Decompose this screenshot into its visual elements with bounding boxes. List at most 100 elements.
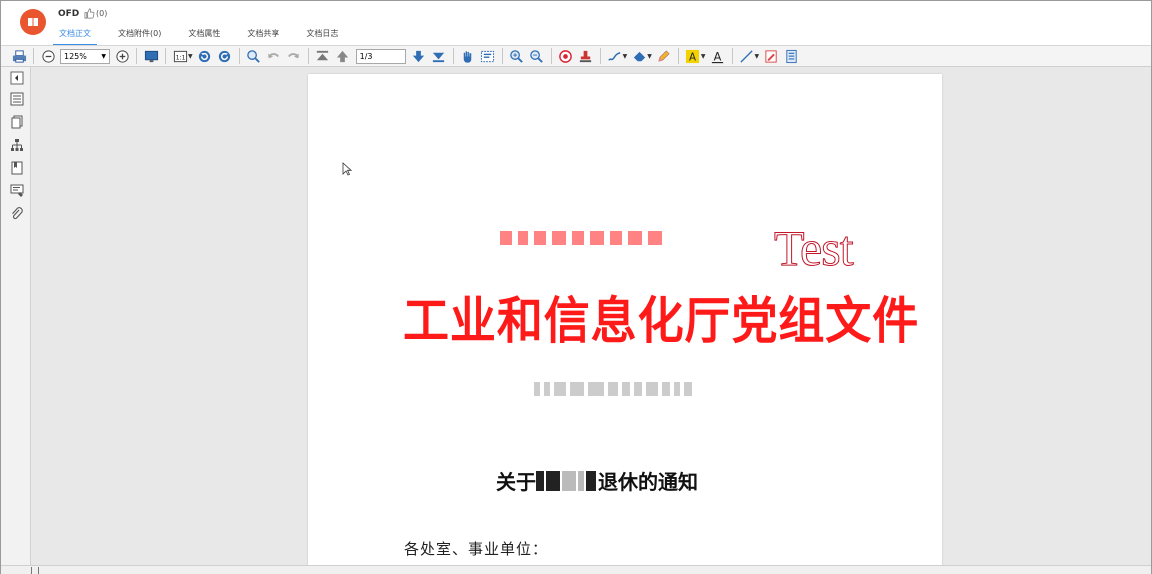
sidebar-toggle-button[interactable]: [9, 70, 25, 86]
plus-circle-icon: [115, 49, 129, 63]
sidebar-item-attachments[interactable]: [9, 206, 25, 222]
search-button[interactable]: [245, 47, 263, 65]
seal-icon: [559, 49, 572, 63]
tab-attachments[interactable]: 文档附件(0): [112, 28, 167, 46]
redo-button[interactable]: [285, 47, 303, 65]
zoom-in-button[interactable]: [113, 47, 131, 65]
minus-circle-icon: [41, 49, 55, 63]
sidebar: [1, 67, 31, 574]
resize-handle[interactable]: [31, 567, 39, 574]
zoom-select[interactable]: 125% ▼: [60, 48, 110, 64]
signature-icon: [765, 49, 777, 63]
previous-page-button[interactable]: [334, 47, 352, 65]
toolbar-separator: [677, 48, 679, 64]
notice-title-suffix: 退休的通知: [598, 470, 698, 494]
redacted-name: [586, 470, 596, 491]
document-viewport[interactable]: Test 工业和信息化厅党组文件 关于 退休的通知 各处室、事业单位：: [32, 67, 1151, 565]
magnify-in-button[interactable]: [508, 47, 526, 65]
redacted-name: [578, 470, 584, 491]
zoom-value: 125%: [64, 51, 87, 61]
pencil-button[interactable]: [655, 47, 673, 65]
book-icon: [28, 18, 38, 26]
undo-icon: [268, 52, 280, 58]
highlight-button[interactable]: A: [684, 47, 702, 65]
chevron-down-icon[interactable]: ▼: [188, 53, 193, 60]
rotate-left-button[interactable]: [196, 47, 214, 65]
eraser-icon: [633, 51, 645, 61]
notice-title-prefix: 关于: [496, 470, 536, 494]
last-page-icon: [433, 52, 445, 62]
like-button[interactable]: (0): [84, 8, 107, 19]
app-logo: [20, 9, 46, 35]
app-title: OFD: [58, 9, 80, 19]
freehand-draw-button[interactable]: [606, 47, 624, 65]
tab-share[interactable]: 文档共享: [241, 28, 285, 46]
toolbar-separator: [731, 48, 733, 64]
watermark-text: Test: [774, 220, 855, 277]
redacted-name: [562, 470, 576, 491]
notice-title: 关于 退休的通知: [496, 466, 698, 495]
sidebar-item-bookmarks[interactable]: [9, 160, 25, 176]
chevron-down-icon[interactable]: ▼: [623, 53, 628, 60]
salutation-text: 各处室、事业单位：: [404, 540, 549, 558]
redacted-issuer-line: [500, 231, 668, 245]
sidebar-item-annotations[interactable]: [9, 183, 25, 199]
last-page-button[interactable]: [430, 47, 448, 65]
fullscreen-button[interactable]: [142, 47, 160, 65]
undo-button[interactable]: [265, 47, 283, 65]
line-tool-button[interactable]: [738, 47, 756, 65]
zoom-out-button[interactable]: [39, 47, 57, 65]
chevron-down-icon: ▼: [101, 52, 106, 60]
sidebar-item-outline[interactable]: [9, 91, 25, 107]
toolbar-separator: [550, 48, 552, 64]
document-info-icon: [785, 49, 797, 63]
rotate-right-button[interactable]: [216, 47, 234, 65]
paperclip-icon: [12, 207, 23, 220]
eraser-button[interactable]: [630, 47, 648, 65]
chevron-down-icon[interactable]: ▼: [755, 53, 760, 60]
tab-bar: 文档正文 文档附件(0) 文档属性 文档共享 文档日志: [53, 28, 359, 46]
highlight-icon: A: [686, 49, 700, 63]
redacted-name: [546, 470, 560, 491]
arrow-down-icon: [413, 50, 425, 62]
chevron-down-icon[interactable]: ▼: [647, 53, 652, 60]
collapse-icon: [10, 71, 24, 85]
svg-text:A: A: [714, 50, 722, 63]
thumbs-up-icon: [84, 8, 95, 19]
text-annotation-button[interactable]: A: [709, 47, 727, 65]
arrow-up-icon: [337, 50, 349, 62]
document-page: Test 工业和信息化厅党组文件 关于 退休的通知 各处室、事业单位：: [308, 74, 942, 565]
actual-size-button[interactable]: 1:1: [171, 47, 189, 65]
svg-text:1:1: 1:1: [175, 54, 185, 61]
stamp-button[interactable]: [577, 47, 595, 65]
tab-document-body[interactable]: 文档正文: [53, 28, 97, 46]
sidebar-item-thumbnails[interactable]: [9, 114, 25, 130]
chevron-down-icon[interactable]: ▼: [701, 53, 706, 60]
search-icon: [247, 49, 260, 63]
document-red-header: 工业和信息化厅党组文件: [403, 293, 920, 349]
hand-tool-button[interactable]: [459, 47, 477, 65]
status-bar: [1, 565, 1151, 574]
toolbar-separator: [501, 48, 503, 64]
first-page-button[interactable]: [314, 47, 332, 65]
hand-icon: [463, 50, 472, 63]
print-button[interactable]: [10, 47, 28, 65]
freehand-icon: [608, 51, 621, 61]
pages-icon: [11, 115, 23, 129]
toolbar-separator: [307, 48, 309, 64]
outline-icon: [10, 92, 24, 106]
select-text-button[interactable]: [479, 47, 497, 65]
redacted-document-number: [534, 382, 696, 396]
tab-properties[interactable]: 文档属性: [182, 28, 226, 46]
signature-button[interactable]: [762, 47, 780, 65]
magnify-out-button[interactable]: [528, 47, 546, 65]
actual-size-icon: 1:1: [173, 50, 187, 62]
next-page-button[interactable]: [410, 47, 428, 65]
like-count: (0): [96, 9, 108, 18]
seal-button[interactable]: [557, 47, 575, 65]
pencil-icon: [658, 49, 670, 62]
tab-log[interactable]: 文档日志: [300, 28, 344, 46]
sidebar-item-structure[interactable]: [9, 137, 25, 153]
document-info-button[interactable]: [782, 47, 800, 65]
page-number-input[interactable]: 1/3: [355, 48, 406, 64]
